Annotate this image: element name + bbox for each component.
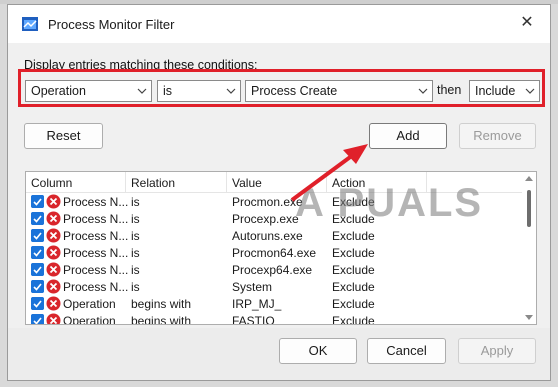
exclude-x-icon xyxy=(46,296,61,311)
chevron-down-icon xyxy=(525,88,535,94)
row-value: IRP_MJ_ xyxy=(232,297,282,311)
scroll-up-icon[interactable] xyxy=(525,175,533,181)
scrollbar-thumb[interactable] xyxy=(527,190,531,227)
value-combobox[interactable]: Process Create xyxy=(245,80,433,102)
header-divider xyxy=(125,172,126,192)
list-item[interactable]: Process N... is Procmon64.exe Exclude xyxy=(26,244,523,261)
dialog-footer: OK Cancel Apply xyxy=(8,328,550,380)
row-column: Operation xyxy=(63,314,116,325)
row-relation: is xyxy=(131,246,140,260)
row-column: Process N... xyxy=(63,280,129,294)
value-combobox-text: Process Create xyxy=(251,84,338,98)
checkbox-checked-icon[interactable] xyxy=(31,212,44,225)
checkbox-checked-icon[interactable] xyxy=(31,229,44,242)
vertical-scrollbar[interactable] xyxy=(522,172,536,324)
row-value: System xyxy=(232,280,273,294)
add-button[interactable]: Add xyxy=(369,123,447,149)
row-action: Exclude xyxy=(332,263,375,277)
ok-button[interactable]: OK xyxy=(279,338,357,364)
row-value: Procexp.exe xyxy=(232,212,299,226)
checkbox-checked-icon[interactable] xyxy=(31,280,44,293)
row-value: Procmon64.exe xyxy=(232,246,317,260)
checkbox-checked-icon[interactable] xyxy=(31,263,44,276)
exclude-x-icon xyxy=(46,313,61,324)
relation-dropdown[interactable]: is xyxy=(157,80,241,102)
row-value: Procmon.exe xyxy=(232,195,303,209)
chevron-down-icon xyxy=(226,88,236,94)
row-relation: is xyxy=(131,212,140,226)
list-item[interactable]: Process N... is Autoruns.exe Exclude xyxy=(26,227,523,244)
checkbox-checked-icon[interactable] xyxy=(31,195,44,208)
row-action: Exclude xyxy=(332,246,375,260)
chevron-down-icon xyxy=(137,88,147,94)
condition-highlight-box: Operation is Process Create then Include xyxy=(18,69,545,107)
exclude-x-icon xyxy=(46,211,61,226)
checkbox-checked-icon[interactable] xyxy=(31,297,44,310)
process-monitor-icon xyxy=(22,17,38,31)
row-relation: begins with xyxy=(131,314,192,325)
row-value: Procexp64.exe xyxy=(232,263,313,277)
row-relation: is xyxy=(131,280,140,294)
column-header[interactable]: Column xyxy=(31,176,72,190)
action-dropdown[interactable]: Include xyxy=(469,80,540,102)
exclude-x-icon xyxy=(46,194,61,209)
relation-header[interactable]: Relation xyxy=(131,176,175,190)
row-column: Process N... xyxy=(63,229,129,243)
list-item[interactable]: Operation begins with FASTIO_ Exclude xyxy=(26,312,523,325)
cancel-button[interactable]: Cancel xyxy=(367,338,446,364)
column-dropdown-value: Operation xyxy=(31,84,86,98)
action-dropdown-value: Include xyxy=(475,84,516,98)
title-bar: Process Monitor Filter ✕ xyxy=(8,5,550,43)
row-action: Exclude xyxy=(332,229,375,243)
list-item[interactable]: Process N... is Procexp64.exe Exclude xyxy=(26,261,523,278)
relation-dropdown-value: is xyxy=(163,84,173,98)
exclude-x-icon xyxy=(46,228,61,243)
checkbox-checked-icon[interactable] xyxy=(31,314,44,325)
row-column: Operation xyxy=(63,297,116,311)
row-column: Process N... xyxy=(63,263,129,277)
row-relation: is xyxy=(131,229,140,243)
watermark-text: A PUALS xyxy=(295,181,484,225)
close-icon[interactable]: ✕ xyxy=(518,14,536,32)
row-column: Process N... xyxy=(63,195,129,209)
row-value: Autoruns.exe xyxy=(232,229,303,243)
list-item[interactable]: Process N... is System Exclude xyxy=(26,278,523,295)
then-label: then xyxy=(437,83,462,97)
dialog-title: Process Monitor Filter xyxy=(48,17,175,32)
row-relation: is xyxy=(131,195,140,209)
column-dropdown[interactable]: Operation xyxy=(25,80,152,102)
exclude-x-icon xyxy=(46,262,61,277)
row-action: Exclude xyxy=(332,280,375,294)
row-action: Exclude xyxy=(332,297,375,311)
checkbox-checked-icon[interactable] xyxy=(31,246,44,259)
exclude-x-icon xyxy=(46,279,61,294)
row-relation: is xyxy=(131,263,140,277)
row-column: Process N... xyxy=(63,212,129,226)
row-value: FASTIO_ xyxy=(232,314,282,325)
remove-button[interactable]: Remove xyxy=(459,123,536,149)
header-divider xyxy=(226,172,227,192)
row-action: Exclude xyxy=(332,314,375,325)
exclude-x-icon xyxy=(46,245,61,260)
reset-button[interactable]: Reset xyxy=(24,123,103,149)
row-column: Process N... xyxy=(63,246,129,260)
apply-button[interactable]: Apply xyxy=(458,338,536,364)
row-relation: begins with xyxy=(131,297,192,311)
value-header[interactable]: Value xyxy=(232,176,262,190)
scroll-down-icon[interactable] xyxy=(525,315,533,321)
chevron-down-icon xyxy=(418,88,428,94)
list-item[interactable]: Operation begins with IRP_MJ_ Exclude xyxy=(26,295,523,312)
